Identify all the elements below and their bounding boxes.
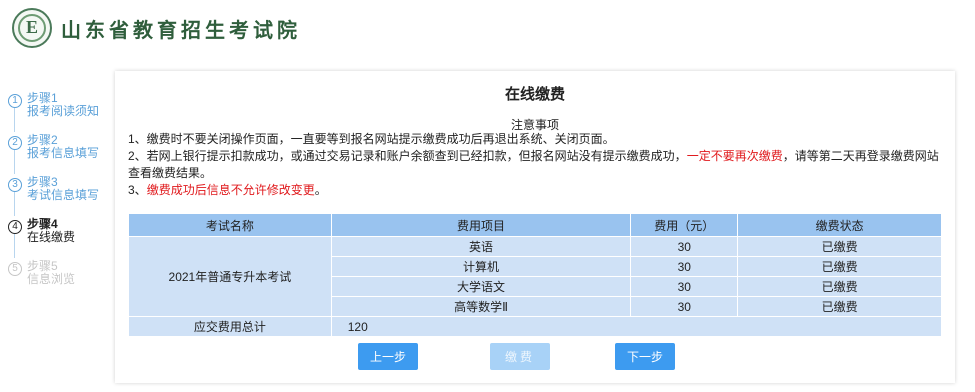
step-desc: 考试信息填写 [27, 188, 100, 202]
payment-status-cell: 已缴费 [737, 276, 942, 297]
fee-amount-cell: 30 [630, 236, 739, 257]
notice-warning: 缴费成功后信息不允许修改变更 [146, 183, 315, 197]
table-header-row: 考试名称 费用项目 费用（元） 缴费状态 [128, 213, 942, 237]
prev-step-button[interactable]: 上一步 [358, 343, 418, 370]
fee-amount-cell: 30 [630, 256, 739, 277]
fee-item-cell: 英语 [330, 236, 632, 257]
payment-panel: 在线缴费 注意事项 1、缴费时不要关闭操作页面，一直要等到报名网站提示缴费成功后… [115, 71, 955, 383]
step-desc: 信息浏览 [27, 272, 76, 286]
column-header: 缴费状态 [737, 213, 942, 237]
step-2[interactable]: 2 步骤2 报考信息填写 [6, 134, 114, 176]
total-row: 应交费用总计 120 [128, 316, 943, 337]
notice-item-1: 1、缴费时不要关闭操作页面，一直要等到报名网站提示缴费成功后再退出系统、关闭页面… [128, 132, 615, 146]
column-header: 费用（元） [630, 213, 739, 237]
column-header: 费用项目 [330, 213, 632, 237]
site-header: E 山东省教育招生考试院 [0, 0, 975, 56]
fee-amount-cell: 30 [630, 296, 739, 317]
notice-item-2: 2、若网上银行提示扣款成功，或通过交易记录和账户余额查到已经扣款，但报名网站没有… [128, 149, 939, 180]
fee-item-cell: 大学语文 [330, 276, 632, 297]
site-title: 山东省教育招生考试院 [61, 20, 301, 42]
payment-status-cell: 已缴费 [737, 236, 942, 257]
step-number-icon: 1 [8, 94, 22, 108]
payment-status-cell: 已缴费 [737, 256, 942, 277]
fee-amount-cell: 30 [630, 276, 739, 297]
step-desc: 报考信息填写 [27, 146, 100, 160]
fee-item-cell: 高等数学Ⅱ [330, 296, 632, 317]
step-desc: 报考阅读须知 [27, 104, 100, 118]
total-label: 应交费用总计 [128, 316, 332, 337]
step-3[interactable]: 3 步骤3 考试信息填写 [6, 176, 114, 218]
fee-item-cell: 计算机 [330, 256, 632, 277]
notice-text: 1、缴费时不要关闭操作页面，一直要等到报名网站提示缴费成功后再退出系统、关闭页面… [128, 131, 943, 199]
pay-button[interactable]: 缴费 [490, 343, 550, 370]
fee-table: 考试名称 费用项目 费用（元） 缴费状态 2021年普通专升本考试 英语 30 … [128, 213, 943, 337]
notice-warning: 一定不要再次缴费 [686, 149, 783, 163]
step-4[interactable]: 4 步骤4 在线缴费 [6, 218, 114, 260]
notice-item-3: 3、缴费成功后信息不允许修改变更。 [128, 183, 327, 197]
step-number-icon: 2 [8, 136, 22, 150]
total-value: 120 [330, 316, 943, 337]
logo-icon: E [12, 8, 52, 48]
column-header: 考试名称 [128, 213, 332, 237]
step-number-icon: 3 [8, 178, 22, 192]
step-number-icon: 5 [8, 262, 22, 276]
step-1[interactable]: 1 步骤1 报考阅读须知 [6, 92, 114, 134]
table-row: 2021年普通专升本考试 英语 30 已缴费 [128, 236, 942, 317]
payment-status-cell: 已缴费 [737, 296, 942, 317]
step-sidebar: 1 步骤1 报考阅读须知 2 步骤2 报考信息填写 3 步骤3 考试信息填写 4 步骤… [6, 92, 114, 302]
step-number-icon: 4 [8, 220, 22, 234]
step-desc: 在线缴费 [27, 230, 76, 244]
next-step-button[interactable]: 下一步 [615, 343, 675, 370]
step-5: 5 步骤5 信息浏览 [6, 260, 114, 302]
page-title: 在线缴费 [504, 86, 565, 103]
exam-name-cell: 2021年普通专升本考试 [128, 236, 332, 317]
